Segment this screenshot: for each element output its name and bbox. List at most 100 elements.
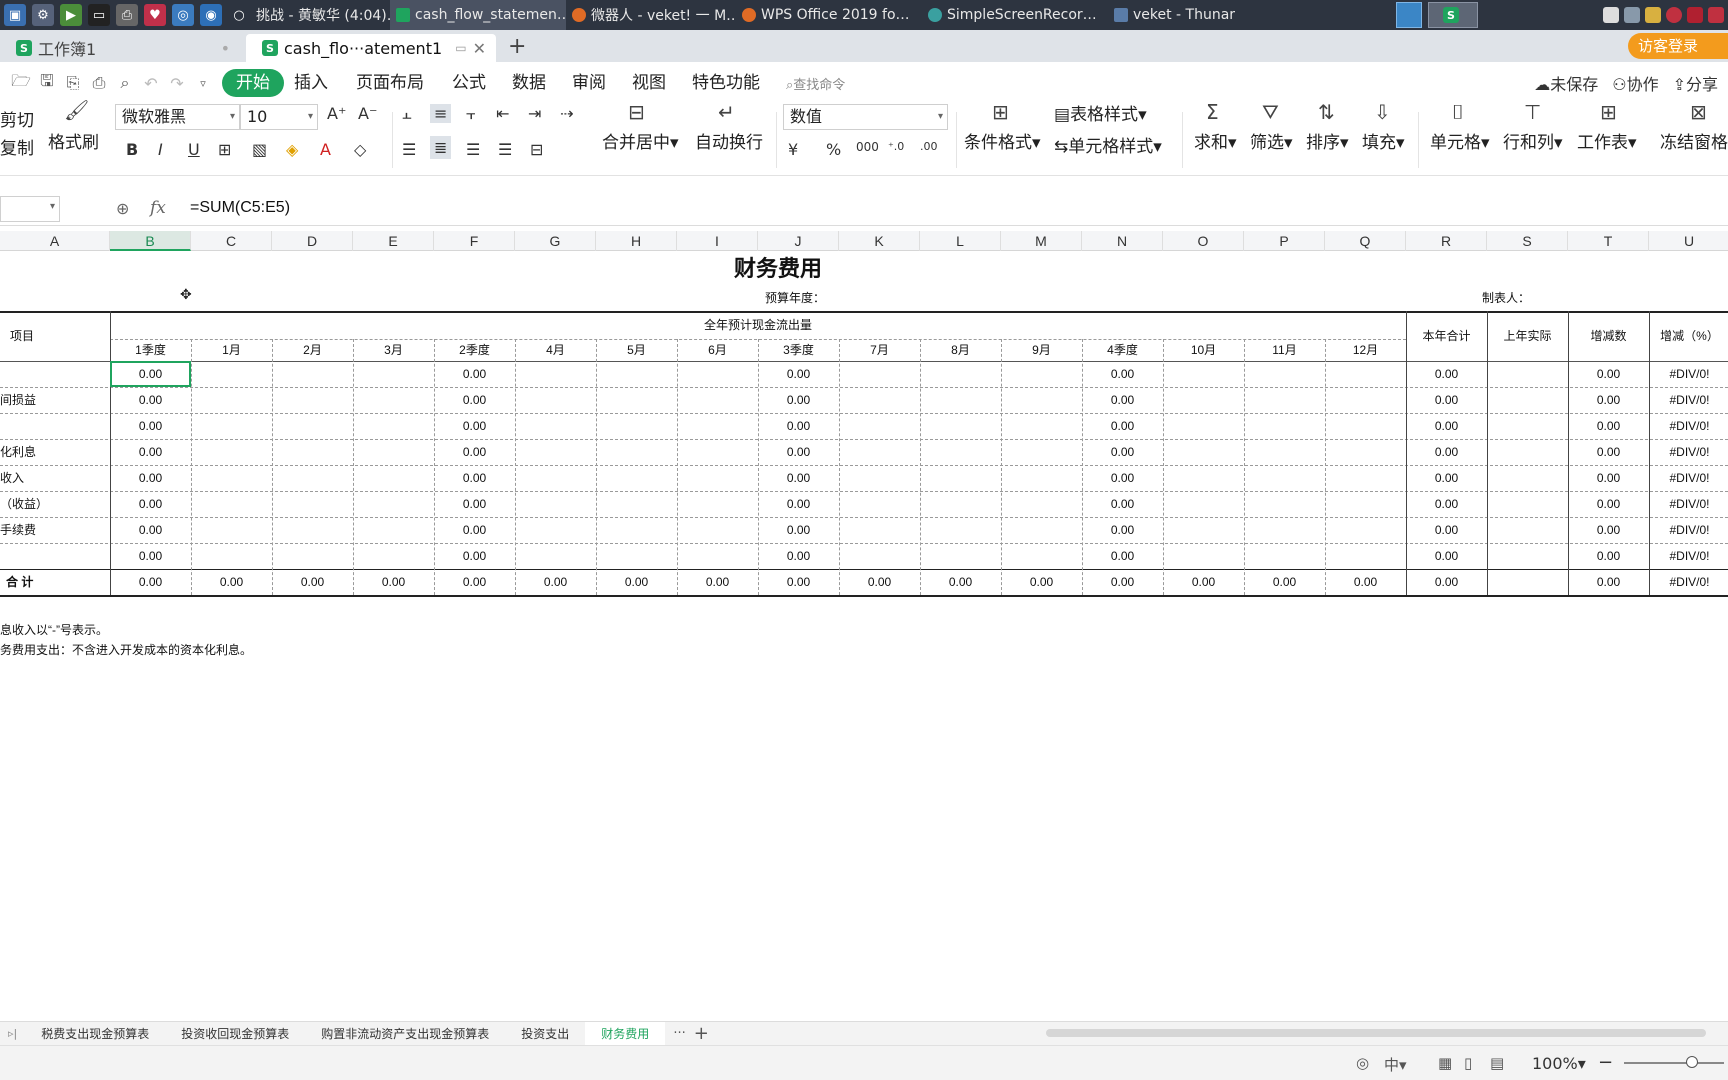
column-header-s[interactable]: S [1487,231,1568,251]
menu-review[interactable]: 审阅 [562,69,616,97]
align-top-icon[interactable]: ⫠ [402,104,412,124]
format-painter-button[interactable]: 格式刷 [48,128,99,153]
selected-cell[interactable] [110,361,191,387]
record-status-icon[interactable] [1666,7,1682,23]
menu-page-layout[interactable]: 页面布局 [346,69,434,97]
italic-icon[interactable]: I [158,140,163,159]
more-tabs-icon[interactable]: ··· [665,1026,693,1041]
column-header-l[interactable]: L [920,231,1001,251]
clipboard-icon[interactable] [1603,7,1619,23]
sheet-tab-active[interactable]: 财务费用 [585,1021,666,1046]
print-icon[interactable]: ⎙ [86,73,112,93]
input-method-icon[interactable] [1687,7,1703,23]
align-left-icon[interactable]: ☰ [402,140,416,159]
taskbar-window[interactable]: SimpleScreenRecor… [922,0,1108,30]
column-header-j[interactable]: J [758,231,839,251]
column-header-k[interactable]: K [839,231,920,251]
column-header-h[interactable]: H [596,231,677,251]
fill-color-icon[interactable]: ◈ [286,140,298,159]
decrease-decimal-icon[interactable]: .00 [920,140,938,153]
zoom-out-icon[interactable]: − [1598,1052,1613,1073]
open-folder-icon[interactable]: 🗁 [8,70,34,97]
export-icon[interactable]: ⎘ [60,73,86,93]
taskbar-window[interactable]: cash_flow_statemen… [390,0,566,30]
network-icon[interactable] [1624,7,1640,23]
doc-tab-cash-flow[interactable]: S cash_flo···atement1 ▭ ✕ [246,34,496,62]
column-header-b[interactable]: B [110,231,191,251]
formula-input[interactable]: =SUM(C5:E5) [190,199,290,217]
column-header-c[interactable]: C [191,231,272,251]
new-tab-plus-icon[interactable]: + [496,34,538,62]
table-style-button[interactable]: ▤表格样式▾ [1054,100,1147,125]
column-header-m[interactable]: M [1001,231,1082,251]
menu-data[interactable]: 数据 [502,69,556,97]
align-center-icon[interactable]: ≣ [430,136,452,159]
row-col-button[interactable]: 行和列▾ [1503,128,1563,153]
save-icon[interactable]: 🖫 [34,70,60,97]
sheet-tab[interactable]: 税费支出现金预算表 [25,1025,165,1042]
freeze-button[interactable]: 冻结窗格 [1660,128,1728,153]
align-bottom-icon[interactable]: ⫟ [466,104,476,124]
column-header-f[interactable]: F [434,231,515,251]
column-header-i[interactable]: I [677,231,758,251]
currency-icon[interactable]: ¥ [788,140,798,159]
taskbar-window[interactable]: 微器人 - veket! 一 M… [566,0,736,30]
microphone-icon[interactable] [1708,7,1724,23]
distributed-icon[interactable]: ⊟ [530,140,543,159]
cell-style-button[interactable]: ⇆单元格样式▾ [1054,132,1162,157]
column-header-n[interactable]: N [1082,231,1163,251]
globe-icon[interactable]: ◉ [200,4,222,26]
name-box[interactable]: ▾ [0,196,60,222]
share-button[interactable]: ⇪分享 [1673,71,1718,95]
fx-icon[interactable]: fx [150,198,166,218]
scroll-tabs-icon[interactable]: ▹| [0,1027,25,1040]
column-header-a[interactable]: A [0,231,110,251]
taskbar-window[interactable]: WPS Office 2019 fo… [736,0,922,30]
zoom-level[interactable]: 100%▾ [1532,1054,1586,1073]
column-header-e[interactable]: E [353,231,434,251]
printer-icon[interactable]: ⎙ [116,4,138,26]
cell-fill-icon[interactable]: ▧ [252,140,267,159]
cut-button[interactable]: 剪切 [0,106,34,131]
record-icon[interactable]: ○ [228,4,250,26]
sheet-tab[interactable]: 投资支出 [505,1025,585,1042]
menu-view[interactable]: 视图 [622,69,676,97]
close-icon[interactable]: ✕ [473,39,486,58]
normal-view-icon[interactable]: ▦ [1438,1054,1452,1072]
terminal-icon[interactable]: ▭ [88,4,110,26]
sort-button[interactable]: 排序▾ [1306,128,1349,153]
zoom-slider[interactable] [1624,1056,1724,1068]
font-name-select[interactable]: 微软雅黑 ▾ [115,104,240,130]
zoom-slider-handle[interactable] [1686,1056,1698,1068]
align-middle-icon[interactable]: ≡ [430,104,452,123]
media-player-icon[interactable]: ▶ [60,4,82,26]
align-right-icon[interactable]: ☰ [466,140,480,159]
increase-decimal-icon[interactable]: ⁺.0 [888,140,904,153]
print-preview-icon[interactable]: ⌕ [112,73,138,93]
font-color-icon[interactable]: A [320,140,331,159]
collaborate-button[interactable]: ⚇协作 [1612,71,1658,95]
merge-center-button[interactable]: 合并居中▾ [602,128,679,153]
menu-special[interactable]: 特色功能 [682,69,770,97]
menu-insert[interactable]: 插入 [284,69,338,97]
taskbar-window[interactable]: veket - Thunar [1108,0,1258,30]
browser-icon[interactable]: ◎ [172,4,194,26]
doc-tab-workbook1[interactable]: S 工作簿1 • [0,34,240,62]
underline-icon[interactable]: U [188,140,200,159]
column-header-p[interactable]: P [1244,231,1325,251]
thousands-icon[interactable]: 000 [856,140,879,154]
horizontal-scrollbar[interactable] [1046,1029,1706,1037]
shield-icon[interactable]: ♥ [144,4,166,26]
justify-icon[interactable]: ☰ [498,140,512,159]
decrease-font-icon[interactable]: A⁻ [358,104,377,123]
cell-button[interactable]: 单元格▾ [1430,128,1490,153]
spreadsheet-grid[interactable]: 财务费用 预算年度： 制表人： 项目 全年预计现金流出量 1季度 1月 2月 3月 2季度 4… [0,251,1728,1021]
conditional-format-button[interactable]: 条件格式▾ [964,128,1041,153]
number-format-select[interactable]: 数值 ▾ [783,104,948,130]
settings-gear-icon[interactable]: ⚙ [32,4,54,26]
column-header-u[interactable]: U [1649,231,1728,251]
sheet-tab[interactable]: 购置非流动资产支出现金预算表 [305,1025,505,1042]
percent-icon[interactable]: % [826,140,841,159]
increase-font-icon[interactable]: A⁺ [327,104,346,123]
copy-button[interactable]: 复制 [0,134,34,159]
